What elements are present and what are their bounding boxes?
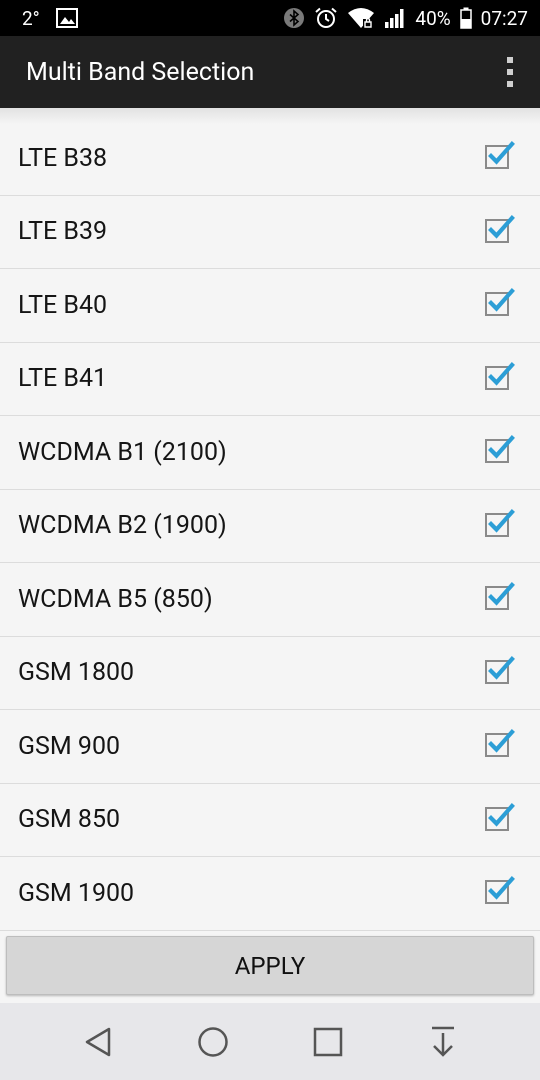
temperature-text: 2° xyxy=(22,6,40,30)
wifi-icon xyxy=(347,7,375,29)
band-row[interactable]: LTE B38 xyxy=(0,122,540,196)
band-row[interactable]: WCDMA B1 (2100) xyxy=(0,416,540,490)
band-checkbox[interactable] xyxy=(485,508,515,540)
band-row[interactable]: LTE B39 xyxy=(0,196,540,269)
clock: 07:27 xyxy=(480,6,528,30)
band-label: LTE B40 xyxy=(18,290,108,320)
band-checkbox[interactable] xyxy=(485,655,515,687)
app-toolbar: Multi Band Selection xyxy=(0,36,540,108)
apply-button[interactable]: APPLY xyxy=(6,936,534,995)
band-checkbox[interactable] xyxy=(485,288,515,319)
band-label: WCDMA B1 (2100) xyxy=(18,437,227,467)
band-row[interactable]: WCDMA B5 (850) xyxy=(0,563,540,637)
band-checkbox[interactable] xyxy=(485,435,515,466)
image-icon xyxy=(55,8,78,28)
band-row[interactable]: GSM 1900 xyxy=(0,857,540,931)
band-checkbox[interactable] xyxy=(485,876,515,907)
band-label: LTE B39 xyxy=(18,217,108,247)
band-label: WCDMA B5 (850) xyxy=(18,584,213,614)
bluetooth-icon xyxy=(283,7,305,29)
band-label: WCDMA B2 (1900) xyxy=(18,511,227,541)
status-bar: 2° 40% 07:27 xyxy=(0,0,540,36)
band-checkbox[interactable] xyxy=(485,729,515,760)
recents-icon[interactable] xyxy=(298,1012,358,1072)
band-checkbox[interactable] xyxy=(485,582,515,613)
band-label: GSM 1800 xyxy=(18,658,135,688)
home-icon[interactable] xyxy=(183,1012,243,1072)
band-list: LTE B38 LTE B39 LTE B40 LTE B41 WCDMA B1 (21… xyxy=(0,122,540,931)
band-row[interactable]: WCDMA B2 (1900) xyxy=(0,490,540,563)
band-checkbox[interactable] xyxy=(485,214,515,246)
band-row[interactable]: GSM 1800 xyxy=(0,637,540,710)
band-checkbox[interactable] xyxy=(485,802,515,834)
navigation-bar xyxy=(0,1003,540,1080)
band-row[interactable]: LTE B40 xyxy=(0,269,540,343)
band-checkbox[interactable] xyxy=(485,141,515,172)
back-icon[interactable] xyxy=(68,1012,128,1072)
band-row[interactable]: GSM 900 xyxy=(0,710,540,784)
battery-percent: 40% xyxy=(415,6,451,30)
band-row[interactable]: LTE B41 xyxy=(0,343,540,416)
alarm-icon xyxy=(314,7,338,29)
band-label: LTE B38 xyxy=(18,143,108,173)
band-label: GSM 1900 xyxy=(18,878,135,908)
signal-icon xyxy=(384,7,406,29)
battery-icon xyxy=(459,7,472,29)
band-row[interactable]: GSM 850 xyxy=(0,784,540,857)
notification-pull-icon[interactable] xyxy=(413,1012,473,1072)
page-title: Multi Band Selection xyxy=(26,57,255,87)
band-label: GSM 900 xyxy=(18,731,121,761)
band-label: LTE B41 xyxy=(18,364,108,394)
band-checkbox[interactable] xyxy=(485,361,515,393)
band-label: GSM 850 xyxy=(18,805,121,835)
overflow-menu-icon[interactable] xyxy=(480,36,540,108)
